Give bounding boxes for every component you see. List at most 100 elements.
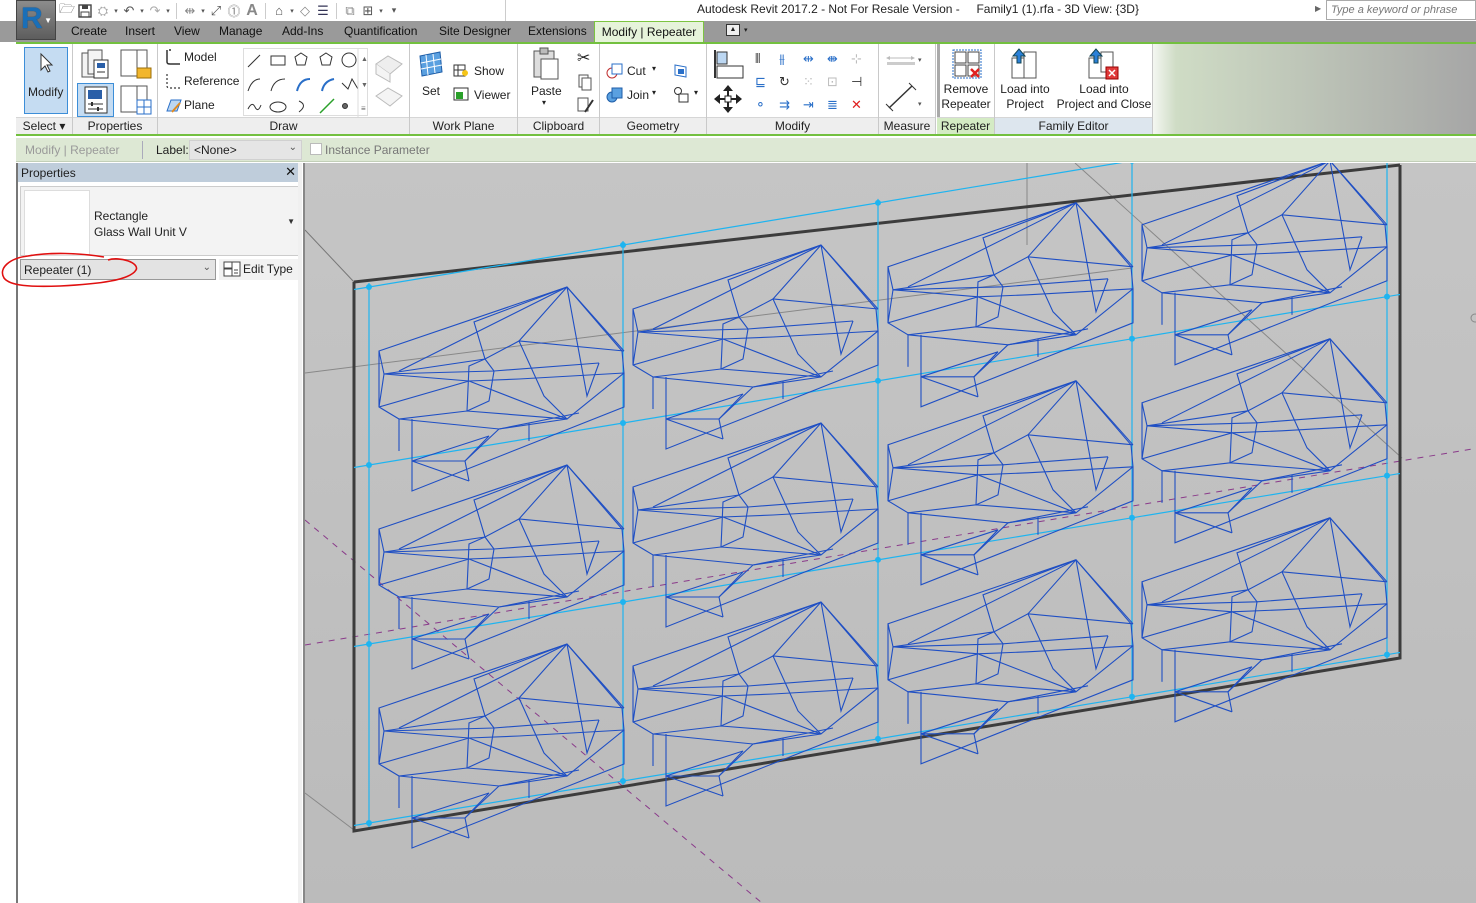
application-menu-button[interactable]: R ▼: [16, 0, 56, 40]
chevron-down-icon[interactable]: ▼: [287, 217, 295, 226]
measure-dropdown[interactable]: ▾: [199, 7, 207, 15]
gallery-scroll-down[interactable]: ▼: [361, 82, 368, 89]
copy-to-clipboard-icon[interactable]: [577, 74, 593, 92]
instance-parameter-checkbox[interactable]: [310, 143, 322, 155]
tab-add-ins[interactable]: Add-Ins: [278, 21, 327, 42]
grid-node-point: [366, 284, 372, 290]
save-icon[interactable]: [76, 2, 94, 20]
tab-view[interactable]: View: [170, 21, 204, 42]
tab-create[interactable]: Create: [67, 21, 111, 42]
align-icon[interactable]: [713, 48, 745, 80]
wireframe-edge: [464, 817, 470, 839]
join-geometry-dropdown[interactable]: ▾: [652, 88, 656, 97]
text-icon[interactable]: A: [243, 2, 261, 20]
work-plane-viewer-button[interactable]: Viewer: [474, 88, 510, 102]
wireframe-edge: [566, 643, 625, 709]
close-hidden-windows-icon[interactable]: ⧉: [341, 2, 359, 20]
family-category-icon[interactable]: [119, 48, 153, 80]
wireframe-edge: [820, 601, 879, 667]
family-types-icon[interactable]: [80, 48, 112, 80]
minimize-ribbon-button[interactable]: ▲: [726, 24, 740, 36]
3d-view-dropdown[interactable]: ▾: [288, 7, 296, 15]
wireframe-edge: [887, 444, 894, 501]
section-icon[interactable]: ◇: [296, 2, 314, 20]
modify-button[interactable]: Modify: [24, 47, 68, 114]
edit-type-button[interactable]: Edit Type: [219, 259, 299, 280]
redo-icon[interactable]: ↷: [146, 2, 164, 20]
box-edge: [305, 229, 355, 283]
join-geometry-button[interactable]: Join: [627, 88, 649, 102]
search-input[interactable]: Type a keyword or phrase: [1326, 0, 1476, 20]
tab-site-designer[interactable]: Site Designer: [435, 21, 515, 42]
match-type-properties-icon[interactable]: [577, 96, 595, 114]
3d-view-icon[interactable]: ⌂: [270, 2, 288, 20]
shared-parameters-icon[interactable]: [119, 84, 153, 116]
load-into-project-button[interactable]: Load into Project: [995, 82, 1055, 112]
undo-icon[interactable]: ↶: [120, 2, 138, 20]
wall-joins-icon[interactable]: [672, 86, 692, 104]
ribbon-options-dropdown[interactable]: ▾: [744, 26, 748, 34]
remove-repeater-button[interactable]: Remove Repeater: [937, 82, 995, 112]
3d-viewport[interactable]: [303, 163, 1476, 903]
gallery-scroll-up[interactable]: ▲: [361, 56, 368, 63]
tag-icon[interactable]: ⓵: [225, 2, 243, 20]
cut-geometry-button[interactable]: Cut: [627, 64, 646, 78]
tab-extensions[interactable]: Extensions: [524, 21, 591, 42]
thin-lines-icon[interactable]: ☰: [314, 2, 332, 20]
label-dropdown[interactable]: <None> ⌄: [189, 140, 302, 160]
reference-plane-button[interactable]: Plane: [184, 98, 215, 112]
tab-insert[interactable]: Insert: [121, 21, 159, 42]
reference-line-icon: [166, 74, 180, 89]
aligned-dimension-icon[interactable]: ⤢: [207, 2, 225, 20]
wireframe-edge: [378, 286, 625, 420]
scale-icon: ⊡: [827, 75, 838, 90]
set-work-plane-button[interactable]: Set: [422, 84, 440, 98]
load-into-project-and-close-button[interactable]: Load into Project and Close: [1055, 82, 1153, 112]
sync-icon[interactable]: ⛭: [94, 2, 112, 20]
split-face-icon[interactable]: [672, 62, 690, 80]
draw-tools-gallery: ▲ ▼ ≡: [243, 48, 368, 117]
measure-icon[interactable]: ⇹: [181, 2, 199, 20]
close-icon[interactable]: ✕: [285, 164, 296, 180]
properties-scrollbar[interactable]: [298, 163, 302, 903]
search-expand-icon[interactable]: ▶: [1315, 4, 1321, 13]
switch-windows-icon[interactable]: ⊞: [359, 2, 377, 20]
wireframe-edge: [1141, 338, 1388, 472]
ribbon: Modify Select ▾ Properties Model Referen…: [16, 42, 1476, 136]
grid-node-point: [366, 462, 372, 468]
tab-manage[interactable]: Manage: [215, 21, 266, 42]
model-line-button[interactable]: Model: [184, 50, 217, 64]
switch-windows-dropdown[interactable]: ▾: [377, 7, 385, 15]
wireframe-edge: [632, 330, 879, 366]
reference-line-button[interactable]: Reference: [184, 74, 239, 88]
panel-select: Modify Select ▾: [16, 44, 73, 134]
chevron-down-icon: ⌄: [288, 142, 297, 153]
wall-joins-dropdown[interactable]: ▾: [694, 88, 698, 97]
clipboard-panel-label: Clipboard: [518, 117, 599, 134]
properties-toggle-button[interactable]: [77, 83, 114, 117]
type-selector[interactable]: Rectangle Glass Wall Unit V ▼: [20, 186, 299, 256]
tab-modify-repeater[interactable]: Modify | Repeater: [594, 21, 704, 43]
undo-dropdown[interactable]: ▾: [138, 7, 146, 15]
cut-geometry-dropdown[interactable]: ▾: [652, 64, 656, 73]
sync-dropdown[interactable]: ▾: [112, 7, 120, 15]
show-work-plane-button[interactable]: Show: [474, 64, 504, 78]
instance-filter-dropdown[interactable]: Repeater (1) ⌄: [20, 259, 216, 280]
aligned-dimension-icon[interactable]: ▾: [884, 80, 924, 114]
customize-icon[interactable]: ▾: [385, 2, 403, 20]
open-folder-icon[interactable]: 🗁: [58, 1, 76, 20]
wireframe-edge: [398, 643, 568, 729]
model-canvas[interactable]: [305, 163, 1476, 903]
paste-dropdown[interactable]: ▾: [542, 98, 546, 107]
redo-dropdown[interactable]: ▾: [164, 7, 172, 15]
select-panel-dropdown[interactable]: Select ▾: [16, 117, 72, 134]
measure-between-icon[interactable]: ▾: [884, 52, 924, 68]
grid-node-point: [620, 241, 626, 248]
cut-to-clipboard-icon[interactable]: ✂: [577, 48, 590, 68]
tab-quantification[interactable]: Quantification: [340, 21, 421, 42]
paste-button[interactable]: Paste: [531, 84, 562, 98]
symbolic-lines-icon[interactable]: [372, 50, 404, 114]
move-icon[interactable]: [713, 84, 743, 114]
gallery-expand[interactable]: ≡: [361, 104, 366, 113]
options-bar-context: Modify | Repeater: [25, 143, 120, 157]
